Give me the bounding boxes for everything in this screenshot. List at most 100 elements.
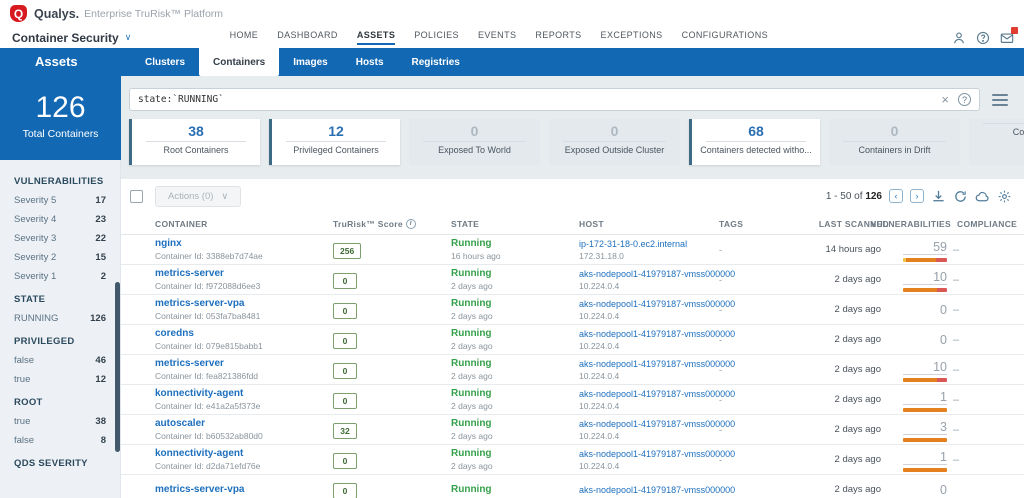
- tab-containers[interactable]: Containers: [199, 48, 280, 76]
- notifications-icon[interactable]: [1000, 27, 1018, 45]
- table-row[interactable]: metrics-server Container Id: fea821386fdd…: [121, 355, 1024, 385]
- refresh-icon[interactable]: [953, 189, 968, 204]
- facet-item[interactable]: Severity 1 2: [14, 271, 106, 282]
- nav-item-reports[interactable]: REPORTS: [535, 30, 581, 45]
- search-help-icon[interactable]: ?: [958, 93, 971, 106]
- score-cell: 0: [333, 361, 451, 379]
- tab-images[interactable]: Images: [279, 48, 341, 76]
- table-row[interactable]: konnectivity-agent Container Id: d2da71ef…: [121, 445, 1024, 475]
- col-host[interactable]: HOST: [579, 219, 719, 229]
- host-link[interactable]: aks-nodepool1-41979187-vmss000000: [579, 485, 735, 495]
- select-all-checkbox[interactable]: [130, 189, 143, 203]
- tab-hosts[interactable]: Hosts: [342, 48, 398, 76]
- facet-item[interactable]: true 12: [14, 374, 106, 385]
- stat-card[interactable]: 0 Containers in Drift: [829, 119, 960, 165]
- stat-card[interactable]: 38 Root Containers: [129, 119, 260, 165]
- host-cell: aks-nodepool1-41979187-vmss000000 10.224.…: [579, 449, 735, 471]
- facet-item-label: Severity 2: [14, 252, 57, 263]
- container-name-link[interactable]: metrics-server: [155, 358, 333, 369]
- vulnerabilities-cell: 1: [891, 388, 953, 412]
- stat-card-value: 12: [328, 123, 344, 139]
- nav-item-home[interactable]: HOME: [230, 30, 259, 45]
- actions-button[interactable]: Actions (0) ∨: [155, 185, 242, 207]
- stat-card[interactable]: 0 Exposed To World: [409, 119, 540, 165]
- container-cell: metrics-server-vpa Container Id: 053fa7ba…: [155, 298, 333, 321]
- container-name-link[interactable]: konnectivity-agent: [155, 388, 333, 399]
- col-trurisk-score[interactable]: TruRisk™ Score i: [333, 218, 451, 229]
- stat-card[interactable]: 68 Containers detected witho...: [689, 119, 820, 165]
- table-row[interactable]: metrics-server-vpa 0 Running aks-nodepool1-…: [121, 475, 1024, 498]
- table-row[interactable]: metrics-server Container Id: f972088d6ee3…: [121, 265, 1024, 295]
- nav-item-dashboard[interactable]: DASHBOARD: [277, 30, 338, 45]
- col-vulnerabilities[interactable]: VULNERABILITIES: [870, 219, 953, 229]
- tab-clusters[interactable]: Clusters: [131, 48, 199, 76]
- container-name-link[interactable]: metrics-server-vpa: [155, 298, 333, 309]
- host-link[interactable]: aks-nodepool1-41979187-vmss000000: [579, 269, 735, 279]
- container-name-link[interactable]: metrics-server: [155, 268, 333, 279]
- vulnerability-count: 3: [903, 420, 947, 435]
- host-link[interactable]: aks-nodepool1-41979187-vmss000000: [579, 419, 735, 429]
- prev-page-button[interactable]: ‹: [889, 189, 903, 203]
- facet-item[interactable]: Severity 5 17: [14, 195, 106, 206]
- notification-badge: [1011, 27, 1018, 34]
- tab-registries[interactable]: Registries: [398, 48, 474, 76]
- facet-item[interactable]: RUNNING 126: [14, 313, 106, 324]
- table-row[interactable]: nginx Container Id: 3388eb7d74ae 256 Runnin…: [121, 235, 1024, 265]
- stat-card[interactable]: 12 Privileged Containers: [269, 119, 400, 165]
- col-state[interactable]: STATE: [451, 219, 579, 229]
- host-link[interactable]: aks-nodepool1-41979187-vmss000000: [579, 389, 735, 399]
- facet-item[interactable]: Severity 3 22: [14, 233, 106, 244]
- table-row[interactable]: autoscaler Container Id: b60532ab80d0 32 Ru…: [121, 415, 1024, 445]
- help-icon[interactable]: [976, 31, 990, 45]
- stat-card-divider: [146, 141, 246, 142]
- table-row[interactable]: coredns Container Id: 079e815babb1 0 Runnin…: [121, 325, 1024, 355]
- nav-item-events[interactable]: EVENTS: [478, 30, 516, 45]
- facet-item[interactable]: Severity 4 23: [14, 214, 106, 225]
- module-switcher[interactable]: Container Security ∨: [12, 31, 131, 45]
- container-name-link[interactable]: autoscaler: [155, 418, 333, 429]
- menu-icon[interactable]: [992, 93, 1008, 106]
- search-input[interactable]: state:`RUNNING`: [138, 94, 941, 105]
- host-link[interactable]: aks-nodepool1-41979187-vmss000000: [579, 299, 735, 309]
- host-cell: aks-nodepool1-41979187-vmss000000 10.224.…: [579, 359, 735, 381]
- container-name-link[interactable]: coredns: [155, 328, 333, 339]
- host-link[interactable]: ip-172-31-18-0.ec2.internal: [579, 239, 719, 249]
- nav-item-policies[interactable]: POLICIES: [414, 30, 459, 45]
- settings-gear-icon[interactable]: [997, 189, 1012, 204]
- host-link[interactable]: aks-nodepool1-41979187-vmss000000: [579, 329, 735, 339]
- table-row[interactable]: konnectivity-agent Container Id: e41a2a5f…: [121, 385, 1024, 415]
- facet-item[interactable]: true 38: [14, 416, 106, 427]
- host-link[interactable]: aks-nodepool1-41979187-vmss000000: [579, 449, 735, 459]
- col-tags[interactable]: TAGS: [719, 219, 791, 229]
- facet-item[interactable]: false 46: [14, 355, 106, 366]
- last-scanned-cell: 2 days ago: [834, 304, 881, 315]
- nav-item-configurations[interactable]: CONFIGURATIONS: [682, 30, 768, 45]
- next-page-button[interactable]: ›: [910, 189, 924, 203]
- stat-card[interactable]: 0 Exposed Outside Cluster: [549, 119, 680, 165]
- facet-item[interactable]: Severity 2 15: [14, 252, 106, 263]
- table-row[interactable]: metrics-server-vpa Container Id: 053fa7ba…: [121, 295, 1024, 325]
- col-container[interactable]: CONTAINER: [155, 219, 333, 229]
- download-icon[interactable]: [931, 189, 946, 204]
- col-compliance[interactable]: COMPLIANCE: [953, 219, 1024, 229]
- container-name-link[interactable]: konnectivity-agent: [155, 448, 333, 459]
- facet-item-label: Severity 1: [14, 271, 57, 282]
- facet-item-label: true: [14, 416, 31, 427]
- host-link[interactable]: aks-nodepool1-41979187-vmss000000: [579, 359, 735, 369]
- score-cell: 32: [333, 421, 451, 439]
- cloud-icon[interactable]: [975, 189, 990, 204]
- container-name-link[interactable]: metrics-server-vpa: [155, 484, 333, 495]
- clear-search-icon[interactable]: ×: [941, 92, 949, 107]
- vulnerability-count: 0: [940, 482, 947, 497]
- info-icon[interactable]: i: [405, 218, 416, 229]
- user-icon[interactable]: [952, 31, 966, 45]
- facet-item[interactable]: false 8: [14, 435, 106, 446]
- nav-item-exceptions[interactable]: EXCEPTIONS: [601, 30, 663, 45]
- sidebar-scrollbar[interactable]: [115, 282, 120, 452]
- nav-item-assets[interactable]: ASSETS: [356, 30, 396, 45]
- brand-name: Qualys.: [34, 6, 80, 21]
- stat-card[interactable]: Containers: [969, 119, 1024, 165]
- search-box[interactable]: state:`RUNNING` × ?: [129, 88, 980, 111]
- last-scanned-cell: 2 days ago: [834, 484, 881, 495]
- container-name-link[interactable]: nginx: [155, 238, 333, 249]
